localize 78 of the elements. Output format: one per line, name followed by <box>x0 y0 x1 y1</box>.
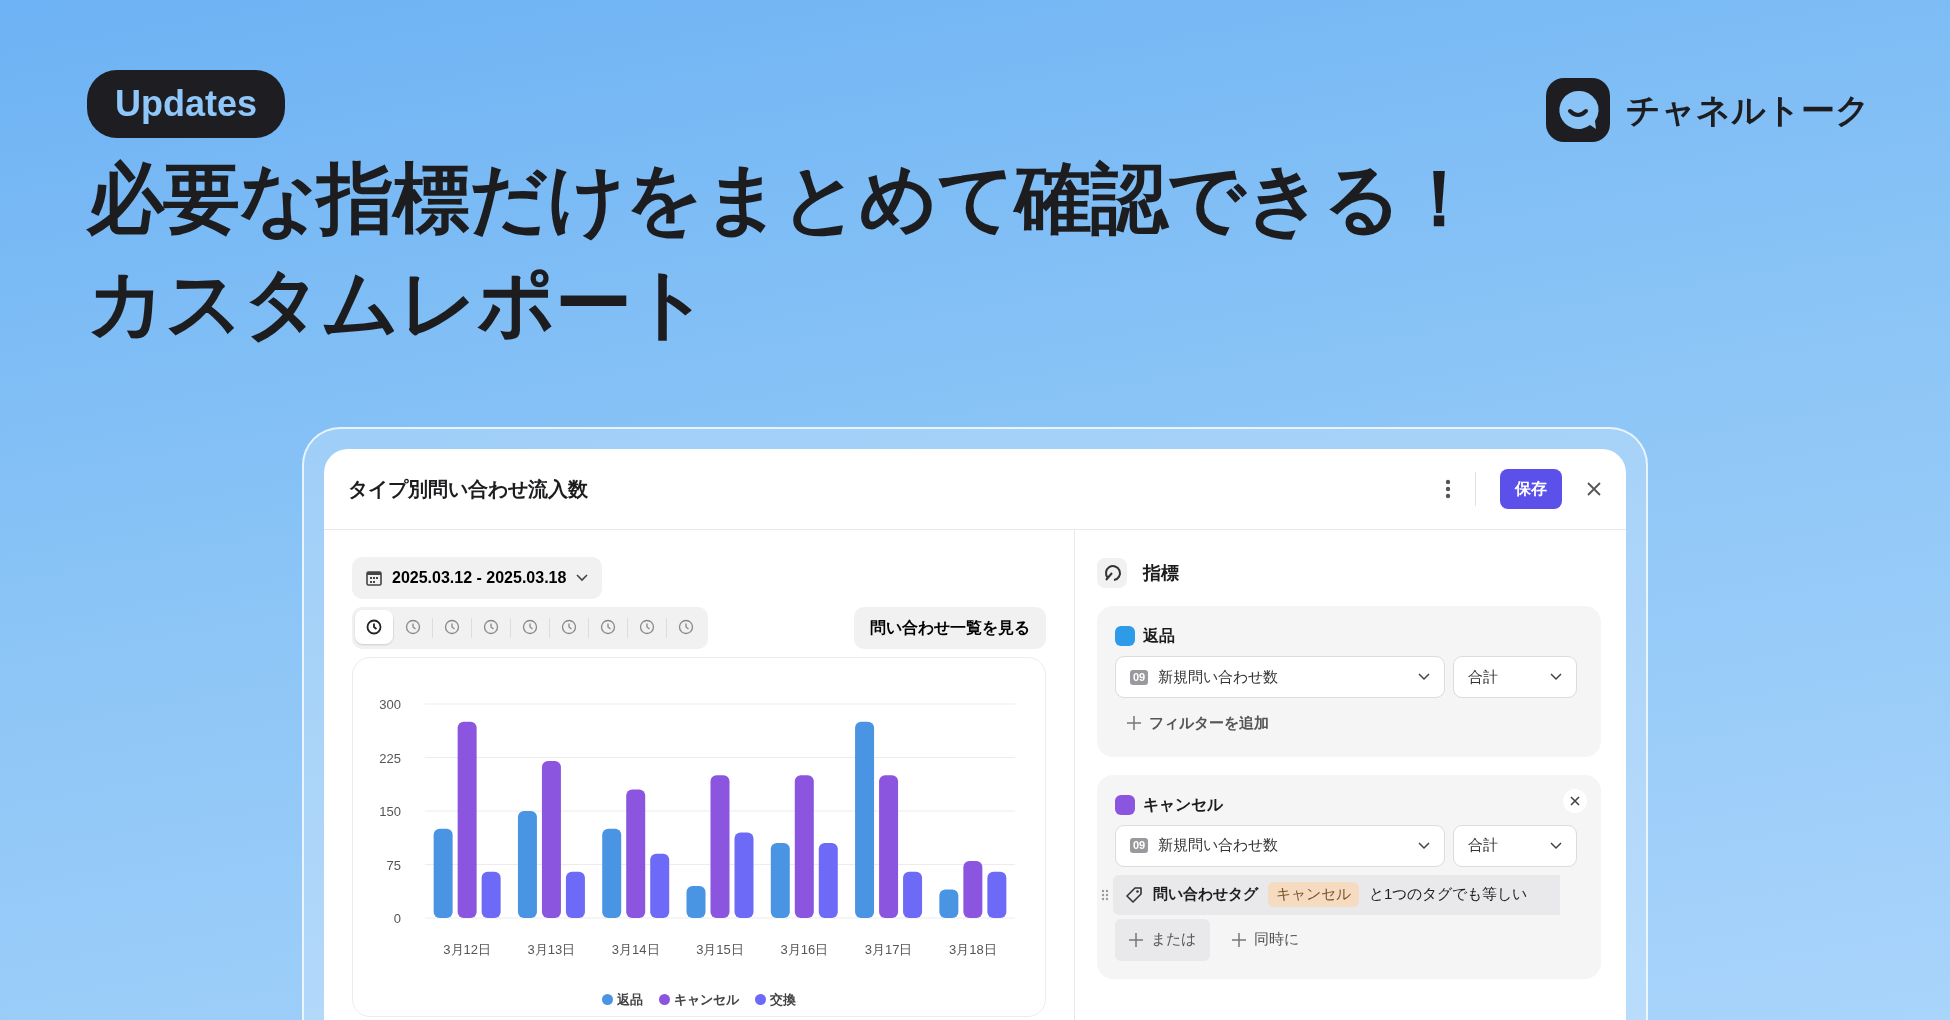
chevron-icon <box>1418 673 1430 681</box>
chart-bar <box>963 860 983 918</box>
legend-label: 交換 <box>770 991 796 1009</box>
field-select[interactable]: 09 新規問い合わせ数 <box>1115 824 1445 867</box>
tag-icon <box>1125 885 1143 904</box>
select-value: 新規問い合わせ数 <box>1158 835 1279 856</box>
axis-label: 3月14日 <box>611 942 660 957</box>
plus-icon <box>1129 932 1143 947</box>
axis-label: 3月15日 <box>696 942 744 957</box>
metric-name: 返品 <box>1143 626 1175 646</box>
inquiry-list-button[interactable]: 問い合わせ一覧を見る <box>854 607 1046 649</box>
number-badge: 09 <box>1130 669 1149 685</box>
chart-bar <box>650 853 670 918</box>
axis-label: 150 <box>379 804 401 819</box>
legend-label: 返品 <box>617 991 643 1009</box>
legend-label: キャンセル <box>674 991 739 1009</box>
chat-logo-icon <box>1546 78 1610 142</box>
close-icon[interactable] <box>1586 481 1602 497</box>
metric-icon <box>1097 558 1127 588</box>
chart-bar <box>987 871 1007 918</box>
plus-icon <box>1127 716 1141 731</box>
headline: カスタムレポート <box>87 259 710 348</box>
chevron-icon <box>1550 673 1562 681</box>
select-value: 合計 <box>1468 835 1498 856</box>
clock-icon <box>522 619 538 635</box>
clock-icon <box>678 619 694 635</box>
axis-label: 3月12日 <box>443 942 491 957</box>
filter-condition[interactable]: 問い合わせタグ キャンセル と1つのタグでも等しい <box>1113 874 1560 915</box>
axis-label: 3月16日 <box>780 942 829 957</box>
filter-label: 問い合わせタグ <box>1153 884 1258 905</box>
drag-handle-icon[interactable] <box>1101 888 1109 901</box>
chart-bar <box>565 871 585 918</box>
chart-bar <box>686 885 706 918</box>
logo-text: チャネルトーク <box>1626 89 1870 131</box>
clock-icon <box>405 619 421 635</box>
report-title: タイプ別問い合わせ流入数 <box>348 477 588 502</box>
plus-icon <box>1232 932 1246 947</box>
aggregate-select[interactable]: 合計 <box>1453 656 1577 698</box>
and-button[interactable]: 同時に <box>1218 918 1313 961</box>
clock-icon <box>639 619 655 635</box>
metric-name: キャンセル <box>1143 794 1223 815</box>
updates-badge: Updates <box>87 70 286 138</box>
metrics-heading: 指標 <box>1143 561 1179 585</box>
number-badge: 09 <box>1130 838 1149 853</box>
clock-icon <box>483 619 499 635</box>
field-select[interactable]: 09 新規問い合わせ数 <box>1115 656 1445 698</box>
chevron-icon <box>1418 841 1430 850</box>
headline: 必要な指標だけをまとめて確認できる！ <box>87 154 1477 243</box>
axis-label: 3月17日 <box>864 942 913 957</box>
select-value: 新規問い合わせ数 <box>1158 666 1279 687</box>
clock-icon <box>366 619 382 635</box>
close-icon <box>1570 795 1580 806</box>
clock-icon <box>444 619 460 635</box>
axis-label: 225 <box>379 750 401 766</box>
chart-bar <box>939 889 959 918</box>
date-range-button[interactable]: 2025.03.12 - 2025.03.18 <box>352 557 603 599</box>
save-button[interactable]: 保存 <box>1500 469 1562 509</box>
or-button[interactable]: または <box>1115 918 1210 961</box>
tag-chip: キャンセル <box>1268 882 1359 907</box>
chart-bar <box>481 871 501 918</box>
select-value: 合計 <box>1468 666 1498 687</box>
more-icon[interactable] <box>1445 479 1451 499</box>
chevron-icon <box>1550 841 1562 850</box>
clock-icon <box>600 619 616 635</box>
calendar-icon <box>366 570 382 586</box>
axis-label: 75 <box>386 857 401 873</box>
chart-bar <box>903 871 923 918</box>
filter-text: と1つのタグでも等しい <box>1369 884 1528 905</box>
axis-label: 3月18日 <box>949 942 997 957</box>
axis-label: 0 <box>393 911 401 926</box>
axis-label: 3月13日 <box>527 942 576 957</box>
axis-label: 300 <box>379 697 401 712</box>
clock-icon <box>561 619 577 635</box>
add-filter-button[interactable]: フィルターを追加 <box>1115 698 1281 739</box>
time-range-button[interactable] <box>355 610 393 644</box>
caret-icon <box>576 574 589 582</box>
aggregate-select[interactable]: 合計 <box>1453 824 1577 867</box>
remove-button[interactable] <box>1563 788 1587 813</box>
